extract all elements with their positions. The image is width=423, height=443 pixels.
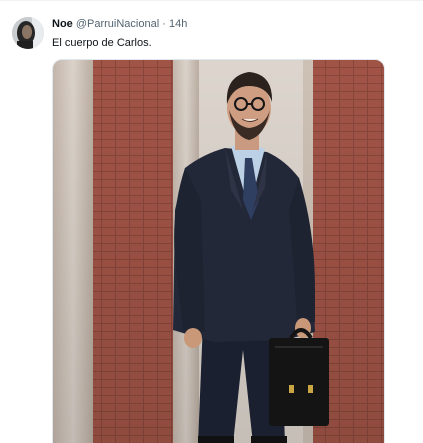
photo-man-with-briefcase bbox=[53, 60, 384, 443]
timestamp[interactable]: 14h bbox=[169, 18, 187, 30]
separator-dot: · bbox=[162, 18, 166, 30]
tweet-header: Noe @ParruiNacional · 14h bbox=[52, 16, 187, 32]
avatar-image bbox=[12, 17, 44, 49]
author-name[interactable]: Noe bbox=[52, 18, 73, 30]
tweet-text: El cuerpo de Carlos. bbox=[52, 37, 152, 49]
tweet-card[interactable]: Noe @ParruiNacional · 14h El cuerpo de C… bbox=[0, 1, 423, 443]
avatar[interactable] bbox=[12, 17, 44, 49]
tweet-photo[interactable] bbox=[52, 59, 385, 443]
author-handle[interactable]: @ParruiNacional bbox=[76, 18, 159, 30]
